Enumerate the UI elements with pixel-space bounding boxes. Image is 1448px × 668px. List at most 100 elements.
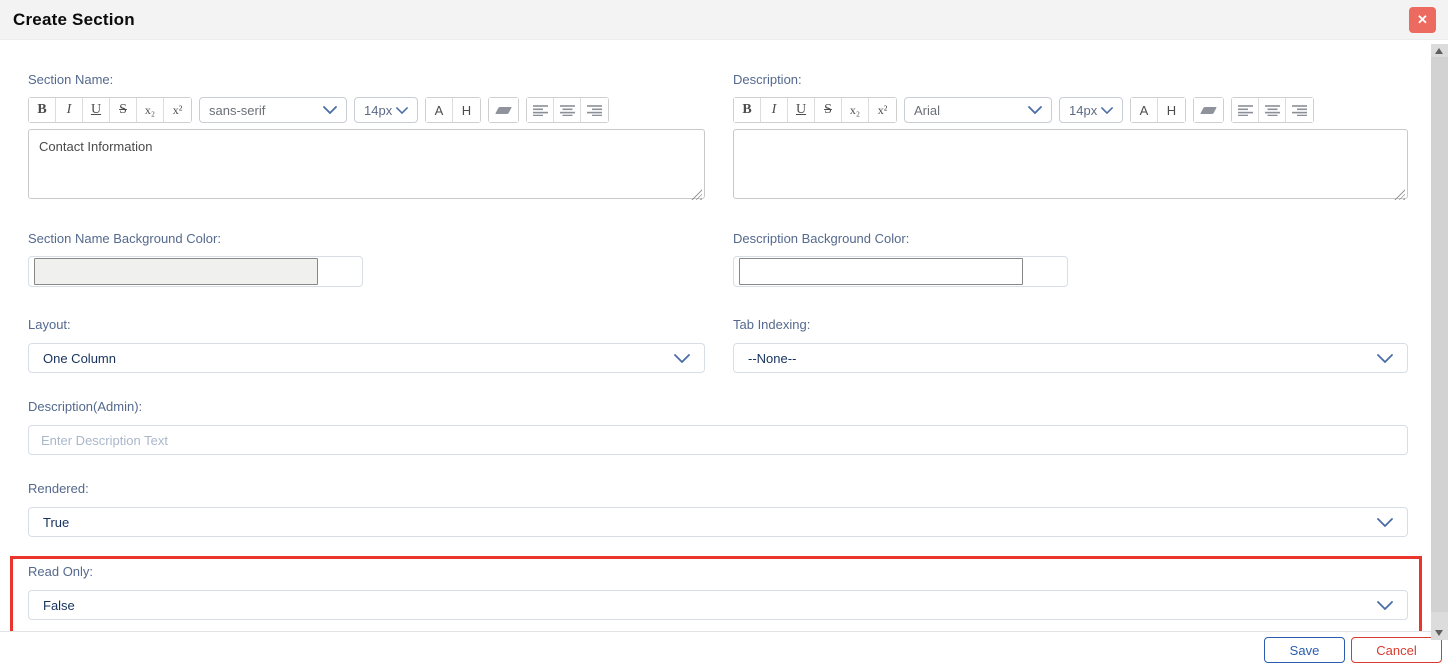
text-color-button[interactable]: A — [426, 98, 453, 122]
rendered-field: Rendered: True — [28, 481, 1408, 537]
subscript-button[interactable]: x₂ — [137, 98, 164, 122]
highlight-button[interactable]: H — [1158, 98, 1185, 122]
clear-format-group — [1193, 97, 1224, 123]
layout-select[interactable]: One Column — [28, 343, 705, 373]
align-left-button[interactable] — [1232, 98, 1259, 122]
eraser-icon — [1200, 107, 1217, 114]
font-size-value: 14px — [364, 103, 392, 118]
layout-value: One Column — [43, 351, 116, 366]
bold-button[interactable]: B — [734, 98, 761, 122]
layout-label: Layout: — [28, 317, 705, 332]
align-center-button[interactable] — [554, 98, 581, 122]
rendered-select[interactable]: True — [28, 507, 1408, 537]
modal-title: Create Section — [13, 10, 135, 30]
tab-indexing-field: Tab Indexing: --None-- — [733, 287, 1408, 373]
section-name-bg-color-field: Section Name Background Color: — [28, 204, 705, 287]
align-right-button[interactable] — [1286, 98, 1313, 122]
chevron-down-icon — [674, 354, 690, 363]
modal-header: Create Section ✕ — [0, 0, 1448, 40]
align-left-icon — [1238, 105, 1253, 116]
section-name-bg-color-label: Section Name Background Color: — [28, 231, 705, 246]
chevron-down-icon — [323, 106, 337, 114]
read-only-field: Read Only: False — [28, 564, 1408, 620]
scrollbar-up-arrow-icon[interactable] — [1435, 48, 1443, 54]
scrollbar-down-arrow-icon[interactable] — [1435, 630, 1443, 636]
eraser-icon — [495, 107, 512, 114]
font-family-select[interactable]: Arial — [904, 97, 1052, 123]
chevron-down-icon — [1028, 106, 1042, 114]
save-button[interactable]: Save — [1264, 637, 1345, 663]
read-only-highlight-rect: Read Only: False — [10, 556, 1422, 631]
font-size-select[interactable]: 14px — [354, 97, 418, 123]
subscript-button[interactable]: x₂ — [842, 98, 869, 122]
highlight-button[interactable]: H — [453, 98, 480, 122]
format-button-group: B I U S x₂ x² — [733, 97, 897, 123]
chevron-down-icon — [1377, 518, 1393, 527]
align-left-button[interactable] — [527, 98, 554, 122]
color-button-group: A H — [425, 97, 481, 123]
chevron-down-icon — [1377, 354, 1393, 363]
font-family-value: sans-serif — [209, 103, 265, 118]
font-size-select[interactable]: 14px — [1059, 97, 1123, 123]
section-name-toolbar: B I U S x₂ x² sans-serif 14px — [28, 97, 705, 124]
clear-format-group — [488, 97, 519, 123]
tab-indexing-value: --None-- — [748, 351, 796, 366]
italic-button[interactable]: I — [56, 98, 83, 122]
align-center-button[interactable] — [1259, 98, 1286, 122]
section-name-bg-color-input[interactable] — [34, 258, 318, 285]
font-family-value: Arial — [914, 103, 940, 118]
cancel-button[interactable]: Cancel — [1351, 637, 1442, 663]
description-bg-color-input[interactable] — [739, 258, 1023, 285]
strikethrough-button[interactable]: S — [110, 98, 137, 122]
close-icon: ✕ — [1417, 12, 1428, 28]
read-only-select[interactable]: False — [28, 590, 1408, 620]
description-bg-color-label: Description Background Color: — [733, 231, 1408, 246]
chevron-down-icon — [1377, 601, 1393, 610]
admin-description-input[interactable] — [28, 425, 1408, 455]
vertical-scrollbar[interactable] — [1431, 44, 1448, 640]
align-button-group — [526, 97, 609, 123]
layout-field: Layout: One Column — [28, 287, 705, 373]
create-section-modal: Create Section ✕ Section Name: B I U S — [0, 0, 1448, 668]
scrollbar-thumb[interactable] — [1431, 57, 1448, 612]
tab-indexing-select[interactable]: --None-- — [733, 343, 1408, 373]
font-family-select[interactable]: sans-serif — [199, 97, 347, 123]
section-name-textarea[interactable]: Contact Information — [28, 129, 705, 199]
chevron-down-icon — [1101, 107, 1113, 114]
read-only-label: Read Only: — [28, 564, 1408, 579]
underline-button[interactable]: U — [788, 98, 815, 122]
clear-format-button[interactable] — [1194, 98, 1223, 122]
text-color-button[interactable]: A — [1131, 98, 1158, 122]
bold-button[interactable]: B — [29, 98, 56, 122]
superscript-button[interactable]: x² — [869, 98, 896, 122]
format-button-group: B I U S x₂ x² — [28, 97, 192, 123]
rendered-value: True — [43, 515, 69, 530]
section-name-editor: Section Name: B I U S x₂ x² sans-serif — [28, 41, 705, 204]
font-size-value: 14px — [1069, 103, 1097, 118]
underline-button[interactable]: U — [83, 98, 110, 122]
read-only-value: False — [43, 598, 75, 613]
align-right-icon — [587, 105, 602, 116]
align-right-button[interactable] — [581, 98, 608, 122]
tab-indexing-label: Tab Indexing: — [733, 317, 1408, 332]
align-center-icon — [1265, 105, 1280, 116]
description-bg-color-field: Description Background Color: — [733, 204, 1408, 287]
description-editor: Description: B I U S x₂ x² Arial — [733, 41, 1408, 204]
color-button-group: A H — [1130, 97, 1186, 123]
align-right-icon — [1292, 105, 1307, 116]
strikethrough-button[interactable]: S — [815, 98, 842, 122]
close-button[interactable]: ✕ — [1409, 7, 1436, 33]
align-button-group — [1231, 97, 1314, 123]
italic-button[interactable]: I — [761, 98, 788, 122]
rendered-label: Rendered: — [28, 481, 1408, 496]
modal-body: Section Name: B I U S x₂ x² sans-serif — [0, 41, 1448, 631]
admin-description-label: Description(Admin): — [28, 399, 1408, 414]
section-name-label: Section Name: — [28, 72, 705, 87]
clear-format-button[interactable] — [489, 98, 518, 122]
section-name-bg-color-container — [28, 256, 363, 287]
admin-description-field: Description(Admin): — [28, 399, 1408, 455]
description-textarea[interactable] — [733, 129, 1408, 199]
align-center-icon — [560, 105, 575, 116]
description-bg-color-container — [733, 256, 1068, 287]
superscript-button[interactable]: x² — [164, 98, 191, 122]
